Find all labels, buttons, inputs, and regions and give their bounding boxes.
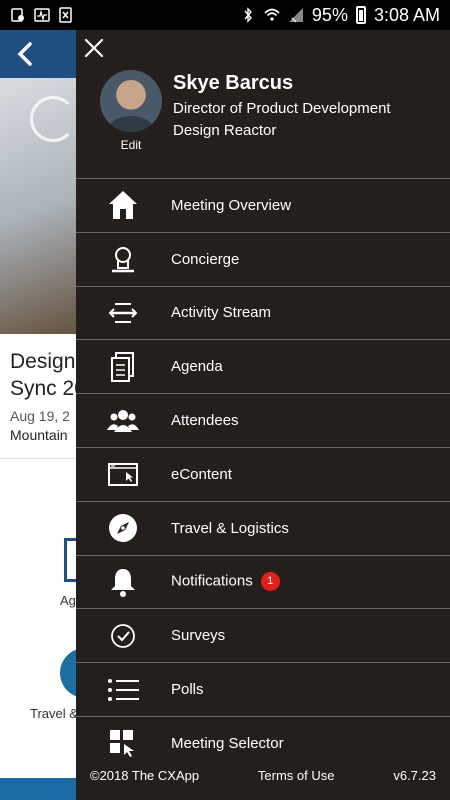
agenda-icon [106, 350, 140, 384]
menu-item-surveys[interactable]: Surveys [76, 608, 450, 662]
menu-item-meeting-overview[interactable]: Meeting Overview [76, 178, 450, 232]
menu-label: Attendees [171, 412, 239, 430]
compass-icon [106, 511, 140, 545]
agenda-tile-label: Ag [60, 593, 76, 608]
menu-item-travel-logistics[interactable]: Travel & Logistics [76, 500, 450, 555]
concierge-icon [106, 242, 140, 276]
copyright-text: ©2018 The CXApp [90, 767, 200, 783]
menu-label: Concierge [171, 250, 240, 268]
avatar[interactable] [100, 70, 162, 132]
back-arrow-icon[interactable] [10, 38, 42, 70]
wifi-icon [264, 8, 280, 21]
menu-label: eContent [171, 465, 232, 483]
clock: 3:08 AM [373, 4, 440, 25]
drawer-footer: ©2018 The CXApp Terms of Use v6.7.23 [76, 750, 450, 800]
event-location: Mountain [10, 427, 68, 443]
version-text: v6.7.23 [393, 767, 436, 783]
notification-count-badge: 1 [260, 572, 280, 592]
battery-percent: 95% [311, 4, 348, 25]
pulse-icon [34, 8, 50, 22]
check-circle-icon [106, 619, 140, 653]
menu-item-notifications[interactable]: Notifications 1 [76, 554, 450, 609]
menu-label: Travel & Logistics [171, 519, 289, 537]
menu-label: Polls [171, 681, 204, 699]
excel-icon [59, 7, 72, 23]
notification-app-icon [11, 8, 24, 22]
menu-item-polls[interactable]: Polls [76, 662, 450, 716]
signal-icon [288, 8, 303, 23]
menu-item-activity-stream[interactable]: Activity Stream [76, 285, 450, 340]
status-left [10, 7, 74, 23]
bell-icon [106, 565, 140, 599]
menu-label: Surveys [171, 627, 226, 645]
menu-item-econtent[interactable]: eContent [76, 446, 450, 501]
menu-label: Agenda [171, 358, 223, 376]
travel-tile-label: Travel & [30, 706, 78, 721]
navigation-drawer: Edit Skye Barcus Director of Product Dev… [76, 30, 450, 800]
battery-icon [355, 6, 366, 24]
list-icon [106, 673, 140, 707]
home-icon [106, 188, 140, 222]
econtent-icon [106, 457, 140, 491]
profile-company: Design Reactor [173, 122, 277, 139]
terms-of-use-link[interactable]: Terms of Use [258, 768, 335, 783]
profile-role: Director of Product Development [173, 100, 391, 117]
bluetooth-icon [244, 7, 252, 23]
status-right: 95% 3:08 AM [240, 5, 440, 26]
menu-label: Notifications 1 [171, 572, 280, 592]
event-title: Design Sync 20 [10, 350, 86, 400]
drawer-menu: Meeting Overview Concierge Activity Stre… [76, 178, 450, 770]
status-bar: 95% 3:08 AM [0, 0, 450, 30]
attendees-icon [106, 404, 140, 438]
menu-item-agenda[interactable]: Agenda [76, 339, 450, 393]
edit-profile-link[interactable]: Edit [76, 138, 186, 152]
event-date: Aug 19, 2 [10, 408, 70, 424]
menu-item-concierge[interactable]: Concierge [76, 231, 450, 286]
menu-label: Meeting Overview [171, 196, 292, 214]
activity-stream-icon [106, 296, 140, 330]
profile-name: Skye Barcus [173, 72, 294, 94]
menu-label: Activity Stream [171, 304, 272, 322]
close-icon[interactable] [84, 38, 104, 58]
menu-label-text: Notifications [171, 572, 253, 590]
menu-item-attendees[interactable]: Attendees [76, 393, 450, 447]
